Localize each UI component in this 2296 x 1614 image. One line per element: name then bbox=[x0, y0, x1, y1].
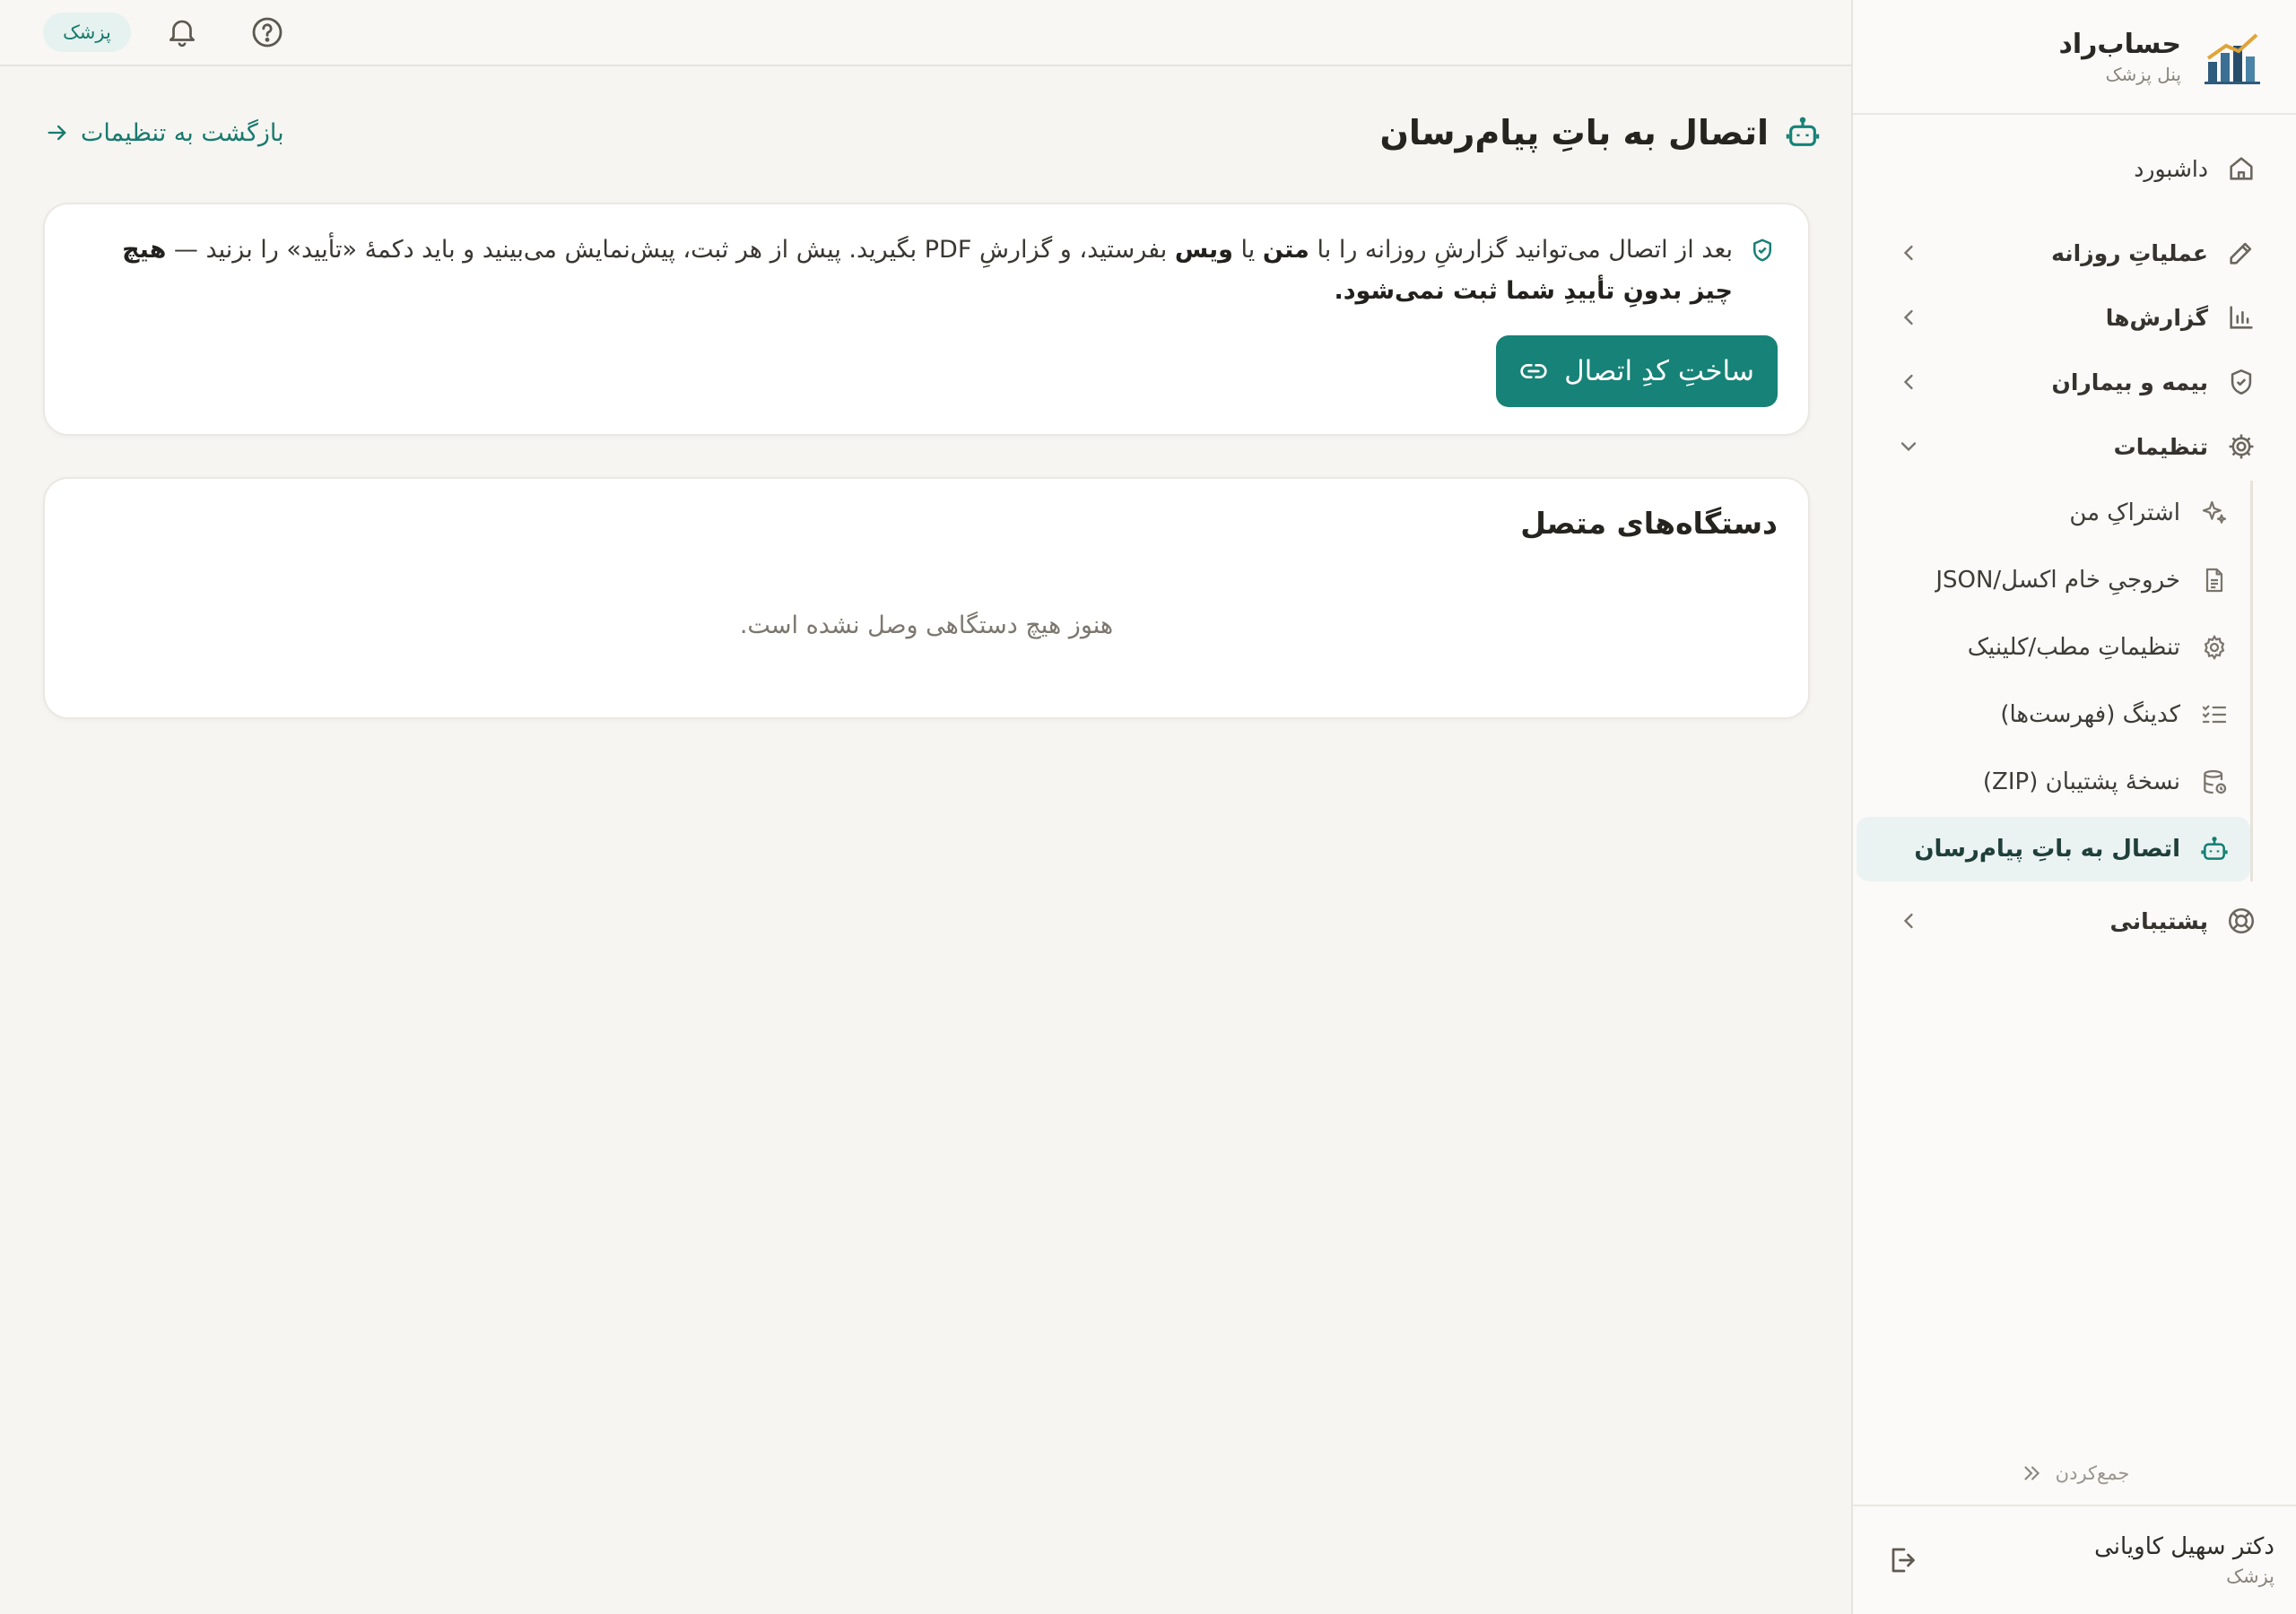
collapse-label: جمع‌کردن bbox=[2055, 1462, 2130, 1484]
button-label: ساختِ کدِ اتصال bbox=[1564, 355, 1754, 387]
sidebar-item-label: خروجیِ خام اکسل/JSON bbox=[1935, 567, 2180, 594]
database-icon bbox=[2200, 768, 2229, 796]
sidebar-group-support[interactable]: پشتیبانی bbox=[1896, 889, 2274, 953]
sidebar-group-reports[interactable]: گزارش‌ها bbox=[1896, 285, 2274, 350]
sidebar-item-clinic-settings[interactable]: تنظیماتِ مطب/کلینیک bbox=[1857, 615, 2250, 680]
sidebar-item-backup[interactable]: نسخهٔ پشتیبان (ZIP) bbox=[1857, 750, 2250, 814]
collapse-sidebar-button[interactable]: جمع‌کردن bbox=[1853, 1462, 2296, 1485]
brand-subtitle: پنل پزشک bbox=[2105, 63, 2181, 85]
back-to-settings-link[interactable]: بازگشت به تنظیمات bbox=[45, 113, 284, 152]
sidebar-item-subscription[interactable]: اشتراکِ من bbox=[1857, 481, 2250, 545]
settings-submenu: اشتراکِ من خروجیِ خام اکسل/JSON تنظیماتِ… bbox=[1857, 481, 2253, 881]
chevron-down-icon bbox=[1896, 434, 1921, 459]
page-title-text: اتصال به باتِ پیام‌رسان bbox=[1379, 113, 1769, 152]
gear-icon bbox=[2226, 431, 2257, 462]
sidebar-item-label: داشبورد bbox=[2134, 155, 2208, 182]
devices-empty-state: هنوز هیچ دستگاهی وصل نشده است. bbox=[739, 612, 1114, 639]
sidebar-item-raw-export[interactable]: خروجیِ خام اکسل/JSON bbox=[1857, 548, 2250, 612]
cog-icon bbox=[2200, 633, 2229, 662]
create-connection-code-button[interactable]: ساختِ کدِ اتصال bbox=[1496, 335, 1778, 407]
user-name: دکتر سهیل کاویانی bbox=[2094, 1533, 2274, 1560]
chevron-left-icon bbox=[1896, 908, 1921, 933]
sidebar-group-label: بیمه و بیماران bbox=[2051, 369, 2209, 395]
sidebar-item-label: اشتراکِ من bbox=[2069, 499, 2180, 526]
lifebuoy-icon bbox=[2226, 906, 2257, 936]
logout-icon[interactable] bbox=[1885, 1544, 1918, 1576]
info-paragraph: بعد از اتصال می‌توانید گزارشِ روزانه را … bbox=[122, 236, 1733, 305]
home-icon bbox=[2226, 153, 2257, 184]
brand[interactable]: حساب‌راد پنل پزشک bbox=[1853, 0, 2296, 115]
sidebar-item-messenger-bot[interactable]: اتصال به باتِ پیام‌رسان bbox=[1857, 817, 2250, 881]
sidebar-item-label: کدینگ (فهرست‌ها) bbox=[2000, 701, 2180, 728]
sidebar-item-label: اتصال به باتِ پیام‌رسان bbox=[1914, 836, 2180, 863]
shield-check-icon bbox=[1749, 237, 1776, 264]
list-check-icon bbox=[2200, 700, 2229, 729]
sidebar-item-label: تنظیماتِ مطب/کلینیک bbox=[1967, 634, 2180, 661]
user-role: پزشک bbox=[2226, 1566, 2274, 1587]
bell-icon[interactable] bbox=[165, 14, 199, 48]
shield-icon bbox=[2226, 367, 2257, 397]
chevron-left-icon bbox=[1896, 305, 1921, 330]
sidebar-item-coding[interactable]: کدینگ (فهرست‌ها) bbox=[1857, 682, 2250, 747]
brand-name: حساب‌راد bbox=[2058, 28, 2181, 60]
file-icon bbox=[2200, 566, 2229, 594]
info-text: بعد از اتصال می‌توانید گزارشِ روزانه را … bbox=[72, 230, 1776, 312]
user-panel: دکتر سهیل کاویانی پزشک bbox=[1853, 1505, 2296, 1614]
sparkles-icon bbox=[2200, 499, 2229, 527]
page-title: اتصال به باتِ پیام‌رسان bbox=[1379, 106, 1821, 160]
help-icon[interactable] bbox=[249, 14, 285, 50]
sidebar-group-label: پشتیبانی bbox=[2109, 907, 2208, 934]
sidebar: حساب‌راد پنل پزشک داشبورد عملیاتِ روزانه… bbox=[1851, 0, 2296, 1614]
sidebar-item-label: نسخهٔ پشتیبان (ZIP) bbox=[1982, 768, 2180, 795]
arrow-right-icon bbox=[45, 120, 70, 145]
sidebar-group-daily-ops[interactable]: عملیاتِ روزانه bbox=[1896, 221, 2274, 285]
chevron-left-icon bbox=[1896, 369, 1921, 395]
sidebar-group-settings[interactable]: تنظیمات bbox=[1896, 414, 2274, 479]
sidebar-group-label: عملیاتِ روزانه bbox=[2051, 239, 2208, 266]
logo-icon bbox=[2203, 26, 2264, 87]
sidebar-item-dashboard[interactable]: داشبورد bbox=[1896, 136, 2274, 201]
connected-devices-card: دستگاه‌های متصل هنوز هیچ دستگاهی وصل نشد… bbox=[43, 477, 1810, 719]
bot-icon bbox=[1785, 115, 1821, 151]
devices-title: دستگاه‌های متصل bbox=[1520, 506, 1778, 541]
sidebar-group-label: گزارش‌ها bbox=[2105, 304, 2208, 331]
double-chevron-right-icon bbox=[2020, 1462, 2043, 1485]
back-link-label: بازگشت به تنظیمات bbox=[81, 118, 284, 147]
topbar: پزشک bbox=[0, 0, 1851, 66]
sidebar-group-insurance[interactable]: بیمه و بیماران bbox=[1896, 350, 2274, 414]
chevron-left-icon bbox=[1896, 240, 1921, 265]
sidebar-group-label: تنظیمات bbox=[2113, 433, 2208, 460]
pencil-icon bbox=[2226, 238, 2257, 268]
connect-info-card: بعد از اتصال می‌توانید گزارشِ روزانه را … bbox=[43, 203, 1810, 436]
bot-icon bbox=[2200, 835, 2229, 863]
link-icon bbox=[1519, 357, 1548, 386]
bar-chart-icon bbox=[2226, 302, 2257, 333]
role-badge: پزشک bbox=[43, 13, 131, 52]
sidebar-nav: داشبورد عملیاتِ روزانه گزارش‌ها بی bbox=[1853, 115, 2296, 953]
